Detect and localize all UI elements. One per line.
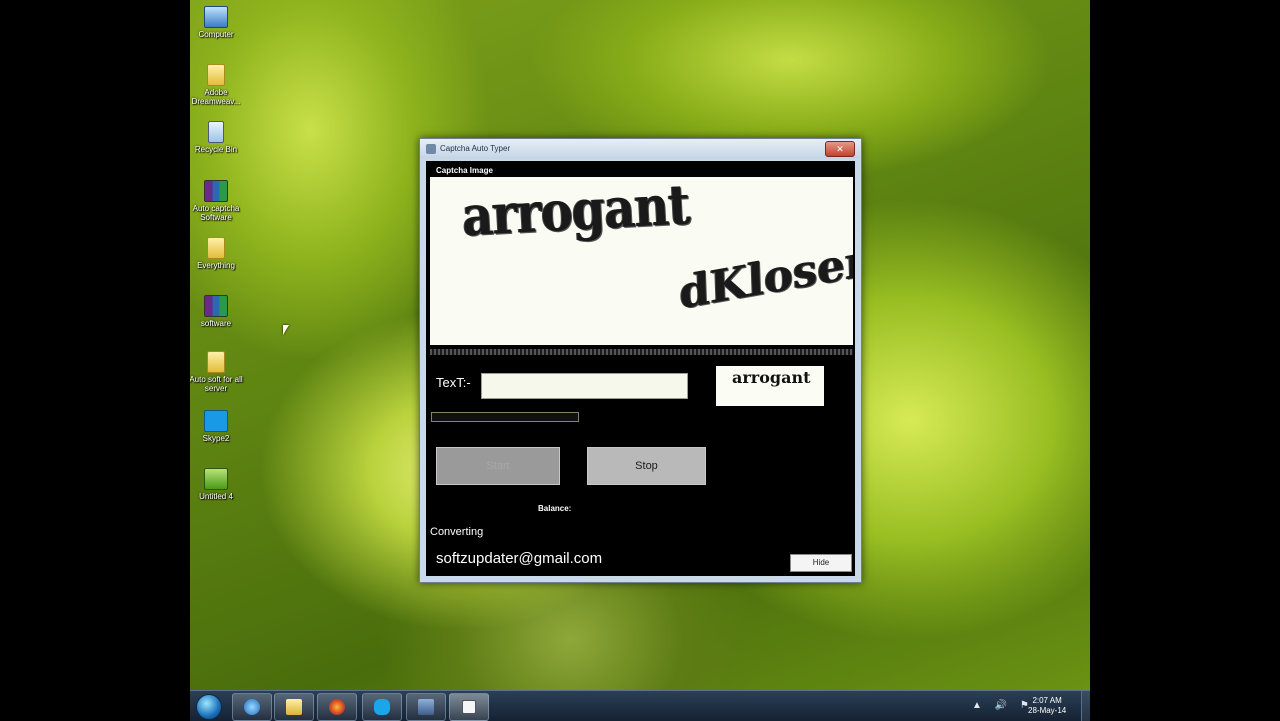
skype-icon — [374, 699, 390, 715]
desktop-icon-label: software — [200, 319, 232, 328]
firefox-icon — [329, 699, 345, 715]
clock-time: 2:07 AM — [1032, 696, 1062, 705]
taskbar-skype[interactable] — [362, 693, 402, 721]
progress-bar — [431, 412, 579, 422]
desktop-icon-label: Adobe Dreamweav... — [191, 88, 241, 106]
recycle-bin-icon — [208, 121, 224, 143]
clock[interactable]: 2:07 AM 28-May-14 — [1028, 696, 1066, 716]
desktop-icon-label: Recycle Bin — [194, 145, 238, 154]
captcha-word-2: dKlosen — [678, 233, 853, 320]
folder-icon — [207, 64, 225, 86]
start-button-orb[interactable] — [196, 694, 222, 720]
winrar-archive-icon — [204, 295, 228, 317]
balance-label: Balance: — [538, 504, 572, 513]
folder-icon — [286, 699, 302, 715]
desktop-icon-everything[interactable]: Everything — [190, 237, 246, 270]
desktop-icon-label: Computer — [198, 30, 234, 39]
captcha-image: arrogant dKlosen — [430, 177, 853, 345]
desktop-icon-label: Auto captcha Software — [192, 204, 240, 222]
desktop-icon-untitled4[interactable]: Untitled 4 — [190, 468, 246, 501]
status-text: Converting — [430, 526, 484, 538]
skype-icon — [204, 410, 228, 432]
taskbar-explorer[interactable] — [274, 693, 314, 721]
desktop-icon-recycle-bin[interactable]: Recycle Bin — [190, 121, 246, 154]
captcha-image-label: Captcha Image — [436, 166, 493, 175]
window-icon — [462, 700, 476, 714]
taskbar-firefox[interactable] — [317, 693, 357, 721]
window-client-area: Captcha Image arrogant dKlosen TexT:- ar… — [426, 161, 855, 576]
ie-icon — [244, 699, 260, 715]
taskbar: ▲ 🔊 ⚑ 2:07 AM 28-May-14 — [190, 690, 1090, 721]
hide-button[interactable]: Hide — [790, 554, 852, 572]
window-title: Captcha Auto Typer — [440, 144, 511, 153]
desktop-icon-label: Auto soft for all server — [190, 375, 243, 393]
desktop-icon-auto-soft[interactable]: Auto soft for all server — [190, 351, 246, 393]
floppy-icon — [418, 699, 434, 715]
stop-button[interactable]: Stop — [587, 447, 706, 485]
captcha-preview-word: arrogant — [732, 368, 811, 387]
show-desktop-button[interactable] — [1081, 691, 1090, 721]
title-bar[interactable]: Captcha Auto Typer ✕ — [420, 139, 861, 159]
system-tray-icons[interactable]: ▲ 🔊 ⚑ — [972, 700, 1034, 711]
captcha-auto-typer-window: Captcha Auto Typer ✕ Captcha Image arrog… — [419, 138, 862, 583]
desktop-icon-label: Untitled 4 — [199, 492, 233, 501]
desktop-icon-label: Skype2 — [202, 434, 230, 443]
text-label: TexT:- — [436, 375, 471, 390]
clock-date: 28-May-14 — [1028, 706, 1067, 715]
captcha-separator — [430, 349, 853, 355]
desktop-icon-skype2[interactable]: Skype2 — [190, 410, 246, 443]
desktop-icon-computer[interactable]: Computer — [190, 6, 246, 39]
start-button[interactable]: Start — [436, 447, 560, 485]
captcha-text-input[interactable] — [481, 373, 688, 399]
computer-icon — [204, 6, 228, 28]
folder-icon — [207, 237, 225, 259]
captcha-preview: arrogant — [716, 366, 824, 406]
desktop-icon-label: Everything — [197, 261, 235, 270]
taskbar-save[interactable] — [406, 693, 446, 721]
winrar-archive-icon — [204, 180, 228, 202]
taskbar-internet-explorer[interactable] — [232, 693, 272, 721]
contact-email: softzupdater@gmail.com — [436, 550, 603, 567]
taskbar-active-window[interactable] — [449, 693, 489, 721]
desktop-icon-software[interactable]: software — [190, 295, 246, 328]
folder-icon — [207, 351, 225, 373]
mouse-cursor-icon — [283, 325, 289, 335]
desktop-icon-auto-captcha[interactable]: Auto captcha Software — [190, 180, 246, 222]
captcha-word-1: arrogant — [460, 177, 691, 250]
app-icon — [426, 144, 436, 154]
close-button[interactable]: ✕ — [825, 141, 855, 157]
desktop-icon-dreamweaver[interactable]: Adobe Dreamweav... — [190, 64, 246, 106]
image-file-icon — [204, 468, 228, 490]
